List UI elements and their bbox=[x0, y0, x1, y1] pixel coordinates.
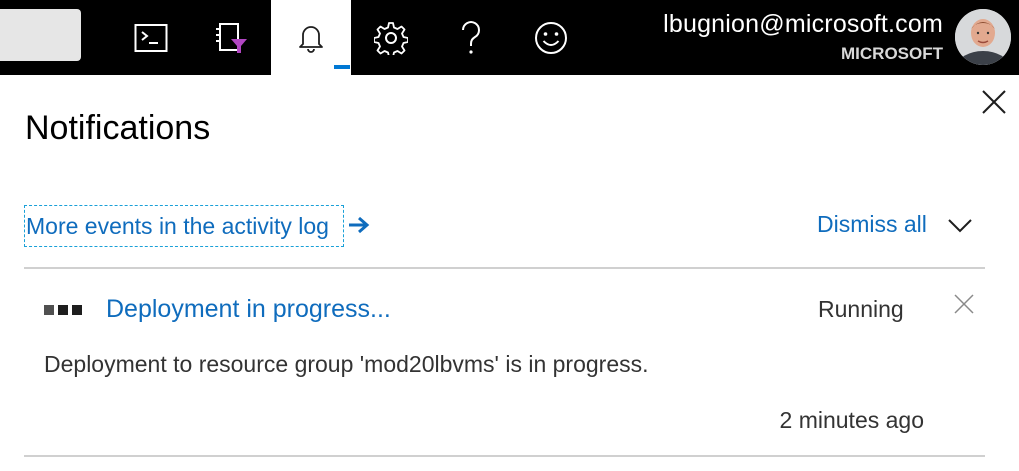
help-icon bbox=[462, 20, 480, 54]
divider bbox=[24, 267, 985, 269]
directory-filter-icon bbox=[216, 22, 247, 53]
cloud-shell-button[interactable] bbox=[111, 0, 191, 75]
page-title: Notifications bbox=[25, 109, 211, 147]
cloud-shell-icon bbox=[134, 23, 168, 52]
bell-icon bbox=[299, 25, 323, 53]
help-button[interactable] bbox=[431, 0, 511, 75]
dismiss-all-button[interactable]: Dismiss all bbox=[817, 207, 927, 241]
close-notification-button[interactable] bbox=[953, 293, 975, 315]
divider bbox=[24, 455, 985, 457]
avatar[interactable] bbox=[955, 9, 1011, 65]
user-org: MICROSOFT bbox=[841, 44, 943, 63]
user-account[interactable]: lbugnion@microsoft.com MICROSOFT bbox=[663, 8, 943, 68]
notifications-button[interactable] bbox=[271, 0, 351, 75]
activity-log-link[interactable]: More events in the activity log bbox=[24, 205, 344, 247]
smiley-icon bbox=[535, 21, 567, 54]
user-photo-icon bbox=[955, 9, 1011, 65]
search-box[interactable] bbox=[0, 9, 81, 61]
close-panel-button[interactable] bbox=[981, 89, 1007, 115]
notification-description: Deployment to resource group 'mod20lbvms… bbox=[44, 351, 649, 377]
directory-filter-button[interactable] bbox=[191, 0, 271, 75]
activity-log-link-label: More events in the activity log bbox=[26, 213, 329, 239]
user-email: lbugnion@microsoft.com bbox=[663, 10, 943, 38]
active-tab-indicator bbox=[334, 65, 350, 69]
notification-status: Running bbox=[818, 296, 904, 322]
chevron-down-icon[interactable] bbox=[947, 216, 973, 234]
feedback-button[interactable] bbox=[511, 0, 591, 75]
notification-timestamp: 2 minutes ago bbox=[779, 407, 924, 433]
gear-icon bbox=[374, 21, 408, 55]
top-bar: lbugnion@microsoft.com MICROSOFT bbox=[0, 0, 1019, 75]
settings-button[interactable] bbox=[351, 0, 431, 75]
notification-title[interactable]: Deployment in progress... bbox=[106, 291, 391, 327]
arrow-right-icon[interactable] bbox=[347, 215, 371, 235]
progress-dots-icon bbox=[44, 305, 82, 315]
